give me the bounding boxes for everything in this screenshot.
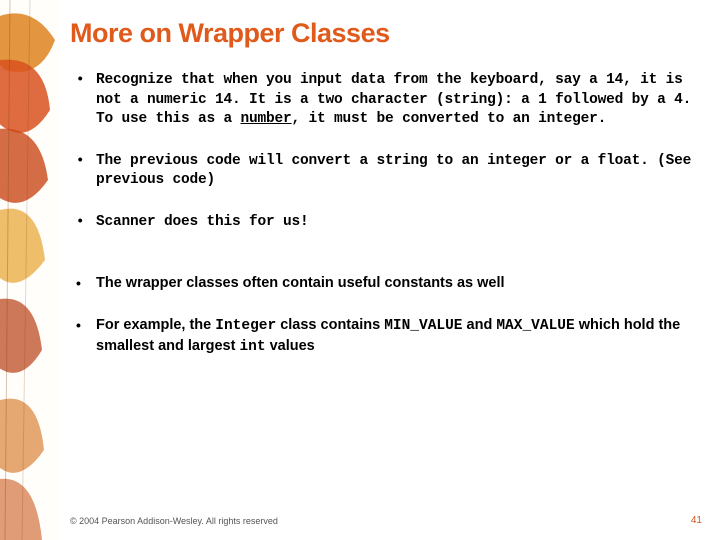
bullet-2: The previous code will convert a string … — [70, 152, 700, 191]
b5-p1: For example, the — [96, 317, 215, 333]
b5-p5: values — [266, 338, 315, 354]
copyright-footer: © 2004 Pearson Addison-Wesley. All right… — [70, 516, 700, 526]
b5-p2: class contains — [276, 317, 384, 333]
b5-c4: int — [239, 339, 265, 355]
bullet-1: Recognize that when you input data from … — [70, 71, 700, 130]
b5-c3: MAX_VALUE — [496, 318, 574, 334]
b5-c2: MIN_VALUE — [384, 318, 462, 334]
leaf-decor-strip — [0, 0, 60, 540]
bullet-4: The wrapper classes often contain useful… — [70, 274, 700, 294]
bullet-1-underline: number — [241, 111, 292, 127]
slide-body: More on Wrapper Classes Recognize that w… — [70, 18, 700, 518]
bullet-list: Recognize that when you input data from … — [70, 71, 700, 357]
bullet-3: Scanner does this for us! — [70, 213, 700, 233]
page-number: 41 — [691, 515, 702, 526]
slide-title: More on Wrapper Classes — [70, 18, 700, 49]
b5-p3: and — [463, 317, 497, 333]
bullet-5: For example, the Integer class contains … — [70, 316, 700, 357]
b5-c1: Integer — [215, 318, 276, 334]
bullet-1-post: , it must be converted to an integer. — [292, 111, 607, 127]
